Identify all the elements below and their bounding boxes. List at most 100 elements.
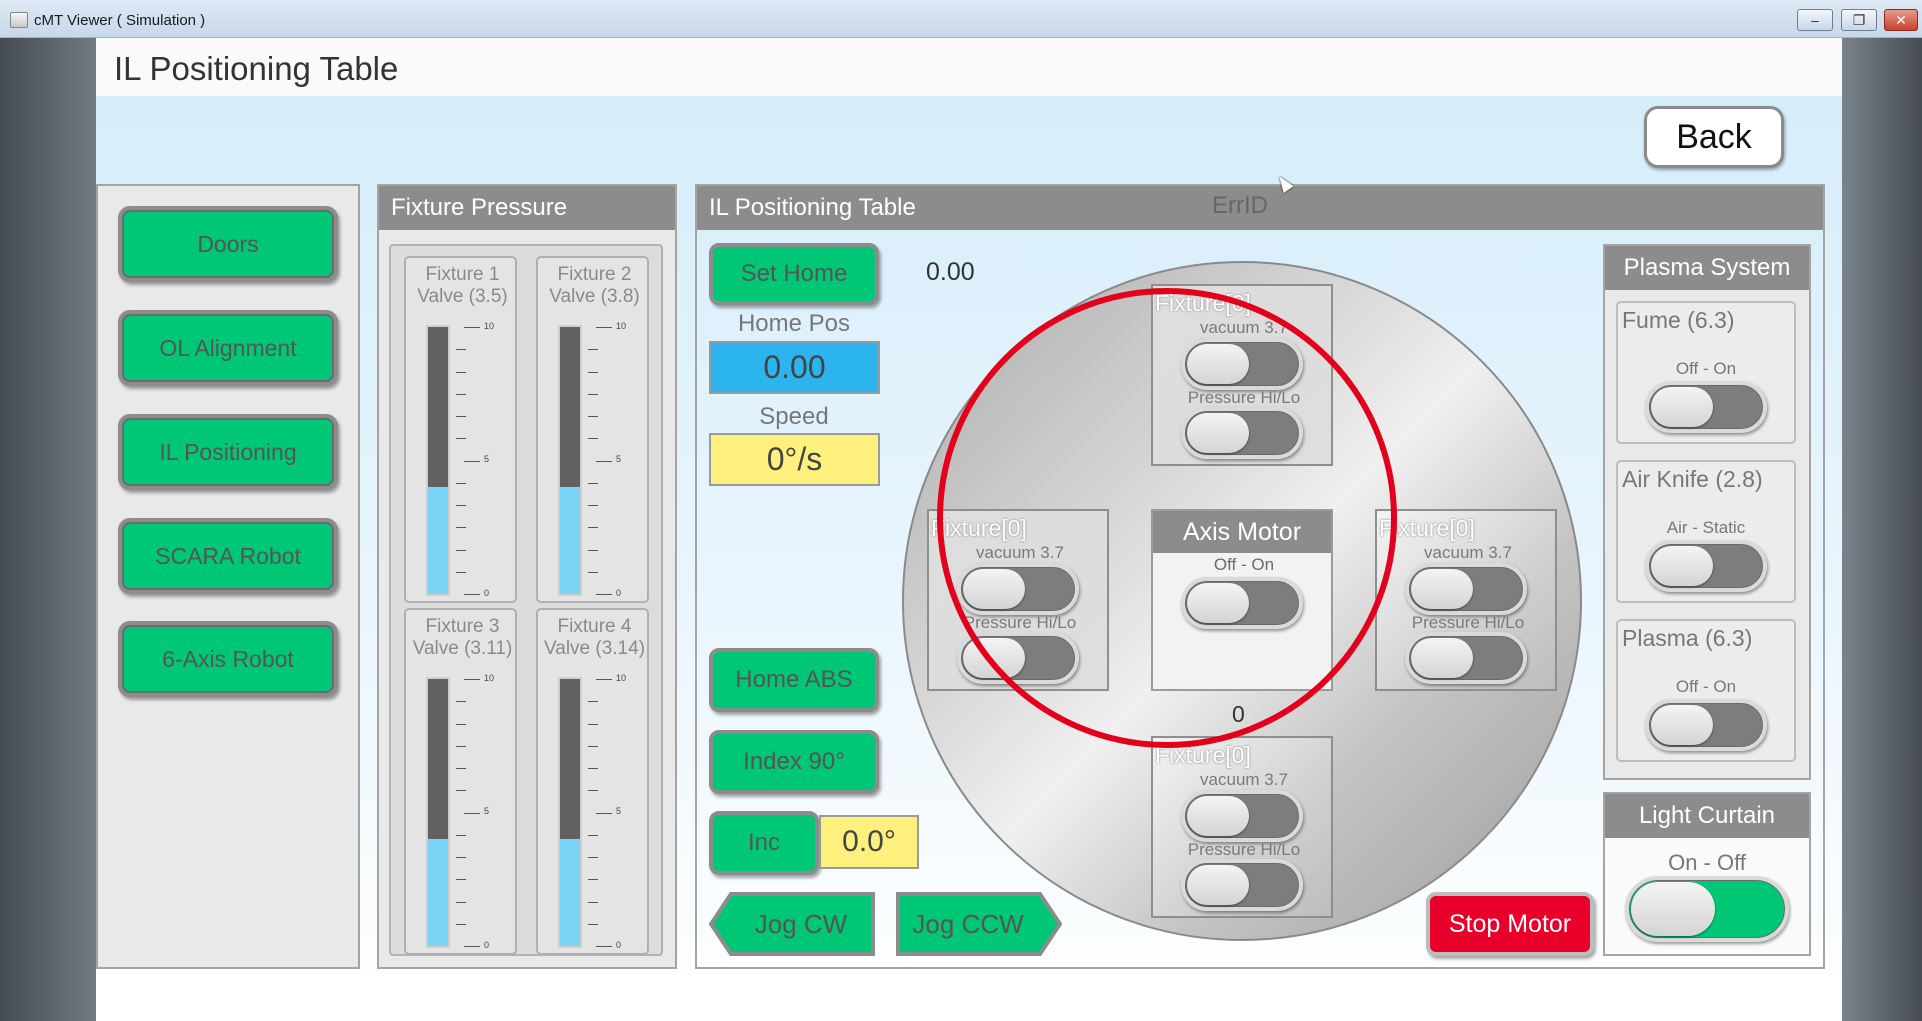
gauge-tick [588, 571, 598, 573]
gauge-scale: 10 5 0 [588, 673, 648, 950]
gauge-tick [464, 327, 480, 328]
gauge-tick [456, 571, 466, 573]
nav-doors-button[interactable]: Doors [118, 206, 338, 282]
plasma-toggle[interactable] [1645, 699, 1767, 751]
gauge-tick [456, 857, 466, 858]
back-button[interactable]: Back [1644, 106, 1784, 168]
scale-min-label: 0 [484, 940, 490, 950]
pressure-toggle[interactable] [1405, 632, 1527, 684]
vacuum-label: vacuum 3.7 [976, 543, 1064, 562]
gauge-scale: 10 5 0 [588, 321, 648, 598]
gauge-tick [588, 879, 598, 881]
gauge-tick [588, 901, 598, 903]
fixture-right: Fixture[0] vacuum 3.7 Pressure Hi/Lo [1375, 509, 1557, 691]
gauge-tick [464, 679, 480, 680]
gauge-tick [588, 723, 598, 725]
pressure-label: Pressure Hi/Lo [963, 613, 1077, 632]
fixture-4-gauge: Fixture 4 Valve (3.14) 10 5 0 [536, 608, 649, 955]
speed-display: 0°/s [709, 433, 880, 486]
scale-max-label: 10 [484, 673, 495, 683]
nav-6-axis-robot-button[interactable]: 6-Axis Robot [118, 621, 338, 697]
fixture-left: Fixture[0] vacuum 3.7 Pressure Hi/Lo [927, 509, 1109, 691]
vacuum-toggle[interactable] [1405, 563, 1527, 615]
gauge-tick [456, 790, 466, 792]
index-90-button[interactable]: Index 90° [709, 730, 879, 794]
gauge-tick [456, 834, 466, 836]
gauge-scale: 10 5 0 [456, 673, 516, 950]
gauge-tick [456, 371, 466, 373]
fixture-pressure-title: Fixture Pressure [379, 186, 675, 230]
gauge-bar [426, 325, 450, 596]
plasma-title: Plasma (6.3) [1622, 625, 1753, 651]
gauge-tick [456, 393, 466, 395]
gauge-bar [558, 677, 582, 948]
pressure-label: Pressure Hi/Lo [1187, 388, 1301, 407]
home-abs-button[interactable]: Home ABS [709, 648, 879, 712]
vacuum-label: vacuum 3.7 [1424, 543, 1512, 562]
gauge-tick [588, 438, 598, 440]
vacuum-toggle[interactable] [957, 563, 1079, 615]
maximize-button[interactable]: ❐ [1841, 9, 1877, 31]
fixture-2-gauge: Fixture 2 Valve (3.8) 10 5 0 [536, 256, 649, 603]
light-curtain-toggle[interactable] [1625, 876, 1789, 942]
fume-title: Fume (6.3) [1622, 307, 1735, 333]
pressure-label: Pressure Hi/Lo [1187, 840, 1301, 859]
gauge-tick [456, 527, 466, 529]
gauge-tick [456, 349, 466, 351]
minimize-button[interactable]: – [1797, 9, 1833, 31]
gauge-tick [456, 879, 466, 881]
vacuum-label: vacuum 3.7 [1200, 770, 1288, 789]
scale-mid-label: 5 [616, 454, 622, 464]
pressure-toggle[interactable] [1181, 859, 1303, 911]
gauge-scale: 10 5 0 [456, 321, 516, 598]
gauge-tick [588, 745, 598, 747]
toggle-knob [1631, 882, 1715, 936]
fixture-top: Fixture[0] vacuum 3.7 Pressure Hi/Lo [1151, 284, 1333, 466]
vacuum-toggle[interactable] [1181, 790, 1303, 842]
nav-il-positioning-button[interactable]: IL Positioning [118, 414, 338, 490]
set-home-button[interactable]: Set Home [709, 243, 879, 305]
gauge-tick [456, 745, 466, 747]
gauge-tick [588, 482, 598, 484]
pressure-toggle[interactable] [957, 632, 1079, 684]
fixture-title: Fixture[0] [1155, 742, 1251, 768]
scale-mid-label: 5 [484, 454, 490, 464]
gauge-tick [456, 549, 466, 551]
fixture-1-gauge: Fixture 1 Valve (3.5) 10 5 0 [404, 256, 517, 603]
fume-option: Off - On [1675, 359, 1737, 378]
vacuum-toggle[interactable] [1181, 338, 1303, 390]
window-titlebar: cMT Viewer ( Simulation ) – ❐ ✕ [0, 0, 1922, 38]
air-knife-toggle[interactable] [1645, 540, 1767, 592]
gauge-name: Fixture 4 [557, 616, 632, 637]
light-curtain-title: Light Curtain [1605, 794, 1809, 838]
gauge-name: Fixture 3 [425, 616, 500, 637]
fixture-title: Fixture[0] [931, 515, 1027, 541]
nav-panel: Doors OL Alignment IL Positioning SCARA … [96, 184, 360, 969]
close-button[interactable]: ✕ [1884, 9, 1918, 31]
scale-min-label: 0 [616, 588, 622, 598]
gauge-tick [596, 327, 612, 328]
jog-ccw-button[interactable]: Jog CCW [896, 892, 1062, 956]
gauge-tick [588, 834, 598, 836]
inc-button[interactable]: Inc [709, 811, 819, 875]
air-knife-group: Air Knife (2.8) Air - Static [1616, 460, 1796, 603]
jog-cw-button[interactable]: Jog CW [709, 892, 875, 956]
window-title: cMT Viewer ( Simulation ) [34, 12, 206, 29]
pressure-toggle[interactable] [1181, 407, 1303, 459]
toggle-knob [1651, 387, 1713, 427]
fume-toggle[interactable] [1645, 381, 1767, 433]
nav-scara-robot-button[interactable]: SCARA Robot [118, 518, 338, 594]
stop-motor-button[interactable]: Stop Motor [1426, 892, 1594, 956]
right-backdrop [1842, 38, 1922, 1021]
axis-motor-box: Axis Motor Off - On [1151, 509, 1333, 691]
toggle-knob [1187, 583, 1249, 623]
gauge-bar [558, 325, 582, 596]
nav-ol-alignment-button[interactable]: OL Alignment [118, 310, 338, 386]
left-backdrop [0, 38, 96, 1021]
gauge-tick [456, 505, 466, 506]
gauge-fill [428, 487, 448, 594]
light-curtain-panel: Light Curtain On - Off [1603, 792, 1811, 956]
axis-motor-toggle[interactable] [1181, 577, 1303, 629]
gauge-tick [588, 416, 598, 417]
fixture-bottom: Fixture[0] vacuum 3.7 Pressure Hi/Lo [1151, 736, 1333, 918]
